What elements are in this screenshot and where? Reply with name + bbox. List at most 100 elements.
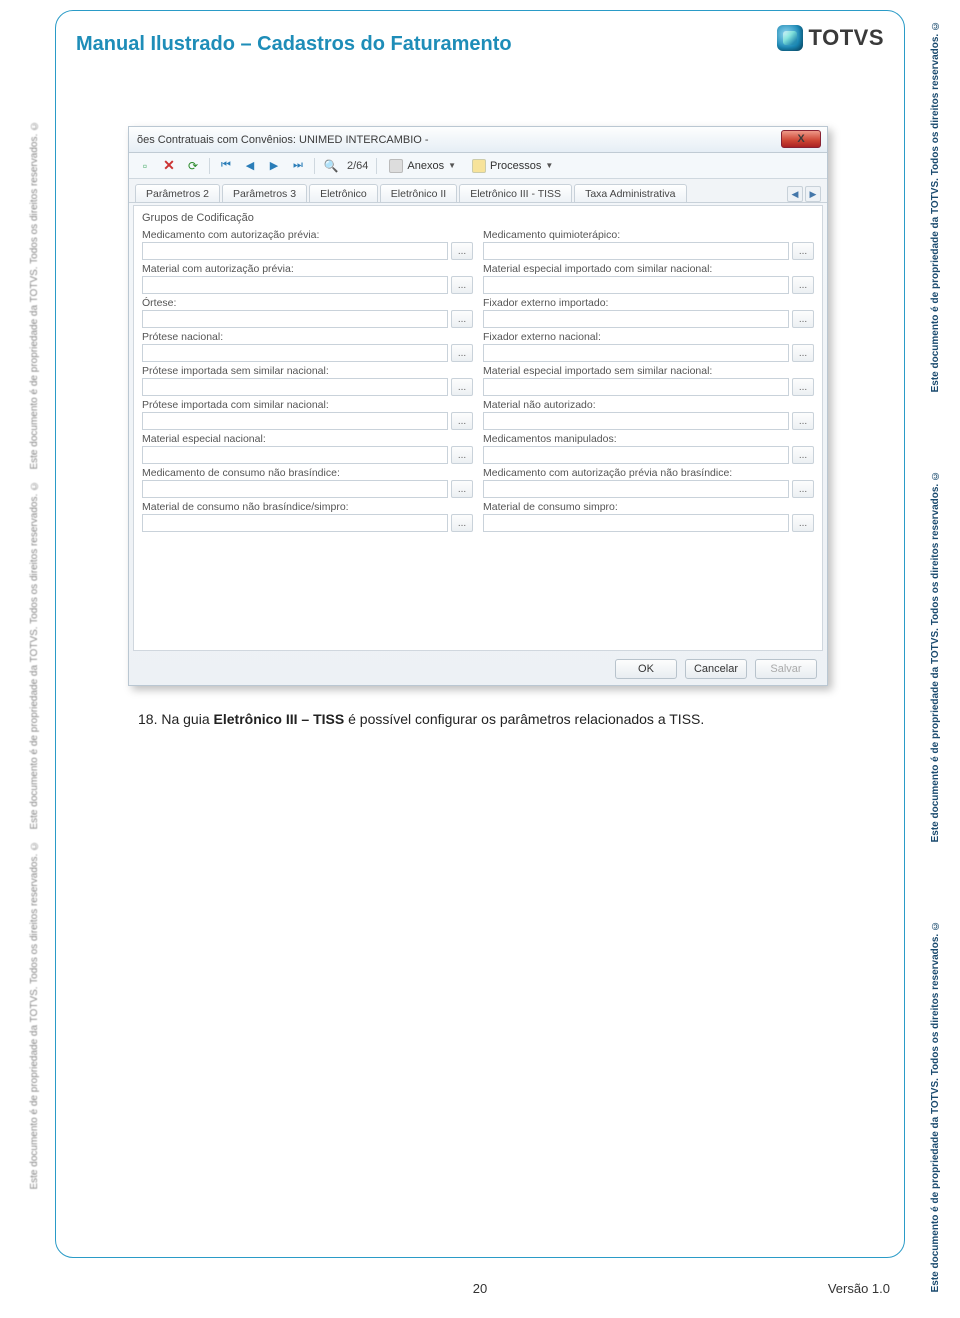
delete-icon[interactable]: ✕	[161, 158, 177, 174]
item-number: 18.	[138, 711, 157, 727]
field-input[interactable]	[142, 276, 448, 294]
field-input[interactable]	[483, 276, 789, 294]
cancel-button[interactable]: Cancelar	[685, 659, 747, 679]
lookup-button[interactable]: ...	[792, 276, 814, 294]
toolbar: ▫ ✕ ⟳ ⏮ ◀ ▶ ⏭ 🔍 2/64 Anexos ▼ Processos …	[129, 153, 827, 179]
tab-parametros-2[interactable]: Parâmetros 2	[135, 184, 220, 202]
ok-button[interactable]: OK	[615, 659, 677, 679]
lookup-button[interactable]: ...	[792, 412, 814, 430]
field-right-6: Medicamentos manipulados:...	[483, 433, 814, 464]
nav-last-icon[interactable]: ⏭	[290, 158, 306, 174]
side-notice-left-3: Este documento é de propriedade da TOTVS…	[28, 840, 41, 1190]
field-label: Medicamento de consumo não brasíndice:	[142, 467, 473, 479]
field-input[interactable]	[142, 378, 448, 396]
field-label: Medicamento quimioterápico:	[483, 229, 814, 241]
field-input[interactable]	[483, 446, 789, 464]
lookup-button[interactable]: ...	[451, 242, 473, 260]
lookup-button[interactable]: ...	[451, 276, 473, 294]
side-notice-right-1: Este documento é de propriedade da TOTVS…	[929, 20, 942, 392]
chevron-down-icon: ▼	[545, 161, 553, 170]
field-input[interactable]	[483, 378, 789, 396]
field-label: Material especial nacional:	[142, 433, 473, 445]
field-input[interactable]	[142, 480, 448, 498]
field-input[interactable]	[483, 514, 789, 532]
field-right-4: Material especial importado sem similar …	[483, 365, 814, 396]
field-left-5: Prótese importada com similar nacional:.…	[142, 399, 473, 430]
lookup-button[interactable]: ...	[451, 446, 473, 464]
group-label: Grupos de Codificação	[134, 206, 822, 226]
tab-scroll-right-icon[interactable]: ▶	[805, 186, 821, 202]
lookup-button[interactable]: ...	[451, 378, 473, 396]
field-right-2: Fixador externo importado:...	[483, 297, 814, 328]
lookup-button[interactable]: ...	[792, 242, 814, 260]
field-input[interactable]	[142, 344, 448, 362]
chevron-down-icon: ▼	[448, 161, 456, 170]
field-label: Material não autorizado:	[483, 399, 814, 411]
dialog-buttons: OK Cancelar Salvar	[615, 659, 817, 679]
window-close-button[interactable]: X	[781, 130, 821, 148]
field-label: Medicamento com autorização prévia não b…	[483, 467, 814, 479]
field-input[interactable]	[483, 412, 789, 430]
tab-strip: Parâmetros 2 Parâmetros 3 Eletrônico Ele…	[129, 179, 827, 203]
field-right-0: Medicamento quimioterápico:...	[483, 229, 814, 260]
field-input[interactable]	[483, 310, 789, 328]
document-title: Manual Ilustrado – Cadastros do Faturame…	[76, 33, 884, 56]
toolbar-sep-2	[314, 158, 315, 174]
save-button[interactable]: Salvar	[755, 659, 817, 679]
body-post: é possível configurar os parâmetros rela…	[348, 711, 704, 727]
side-notice-right-2: Este documento é de propriedade da TOTVS…	[929, 470, 942, 842]
lookup-button[interactable]: ...	[451, 412, 473, 430]
lookup-button[interactable]: ...	[451, 514, 473, 532]
lookup-button[interactable]: ...	[451, 344, 473, 362]
field-input[interactable]	[483, 242, 789, 260]
search-icon[interactable]: 🔍	[323, 158, 339, 174]
field-label: Material especial importado com similar …	[483, 263, 814, 275]
toolbar-sep-1	[209, 158, 210, 174]
field-label: Medicamento com autorização prévia:	[142, 229, 473, 241]
field-left-4: Prótese importada sem similar nacional:.…	[142, 365, 473, 396]
lookup-button[interactable]: ...	[792, 344, 814, 362]
field-right-8: Material de consumo simpro:...	[483, 501, 814, 532]
field-label: Material especial importado sem similar …	[483, 365, 814, 377]
tab-scroll-left-icon[interactable]: ◀	[787, 186, 803, 202]
field-left-2: Órtese:...	[142, 297, 473, 328]
page-indicator: 2/64	[347, 160, 368, 172]
window-titlebar: ões Contratuais com Convênios: UNIMED IN…	[129, 127, 827, 153]
lookup-button[interactable]: ...	[451, 310, 473, 328]
field-input[interactable]	[142, 412, 448, 430]
tab-eletronico[interactable]: Eletrônico	[309, 184, 378, 202]
field-input[interactable]	[483, 480, 789, 498]
attachment-icon	[389, 159, 403, 173]
field-input[interactable]	[483, 344, 789, 362]
field-input[interactable]	[142, 242, 448, 260]
lookup-button[interactable]: ...	[792, 446, 814, 464]
field-label: Órtese:	[142, 297, 473, 309]
tab-eletronico-3-tiss[interactable]: Eletrônico III - TISS	[459, 184, 572, 202]
lookup-button[interactable]: ...	[451, 480, 473, 498]
field-input[interactable]	[142, 514, 448, 532]
nav-first-icon[interactable]: ⏮	[218, 158, 234, 174]
logo: TOTVS	[777, 25, 884, 51]
nav-prev-icon[interactable]: ◀	[242, 158, 258, 174]
new-record-icon[interactable]: ▫	[137, 158, 153, 174]
tab-eletronico-2[interactable]: Eletrônico II	[380, 184, 457, 202]
refresh-icon[interactable]: ⟳	[185, 158, 201, 174]
logo-mark-icon	[777, 25, 803, 51]
nav-next-icon[interactable]: ▶	[266, 158, 282, 174]
tab-parametros-3[interactable]: Parâmetros 3	[222, 184, 307, 202]
anexos-dropdown[interactable]: Anexos ▼	[385, 159, 460, 173]
lookup-button[interactable]: ...	[792, 514, 814, 532]
field-label: Material de consumo simpro:	[483, 501, 814, 513]
processos-dropdown[interactable]: Processos ▼	[468, 159, 557, 173]
close-icon: X	[797, 133, 804, 145]
field-label: Fixador externo importado:	[483, 297, 814, 309]
field-input[interactable]	[142, 310, 448, 328]
lookup-button[interactable]: ...	[792, 480, 814, 498]
screenshot-window: ões Contratuais com Convênios: UNIMED IN…	[128, 126, 828, 686]
field-input[interactable]	[142, 446, 448, 464]
lookup-button[interactable]: ...	[792, 310, 814, 328]
lookup-button[interactable]: ...	[792, 378, 814, 396]
anexos-label: Anexos	[407, 160, 444, 172]
tab-taxa-administrativa[interactable]: Taxa Administrativa	[574, 184, 686, 202]
side-notice-left-2: Este documento é de propriedade da TOTVS…	[28, 480, 41, 830]
